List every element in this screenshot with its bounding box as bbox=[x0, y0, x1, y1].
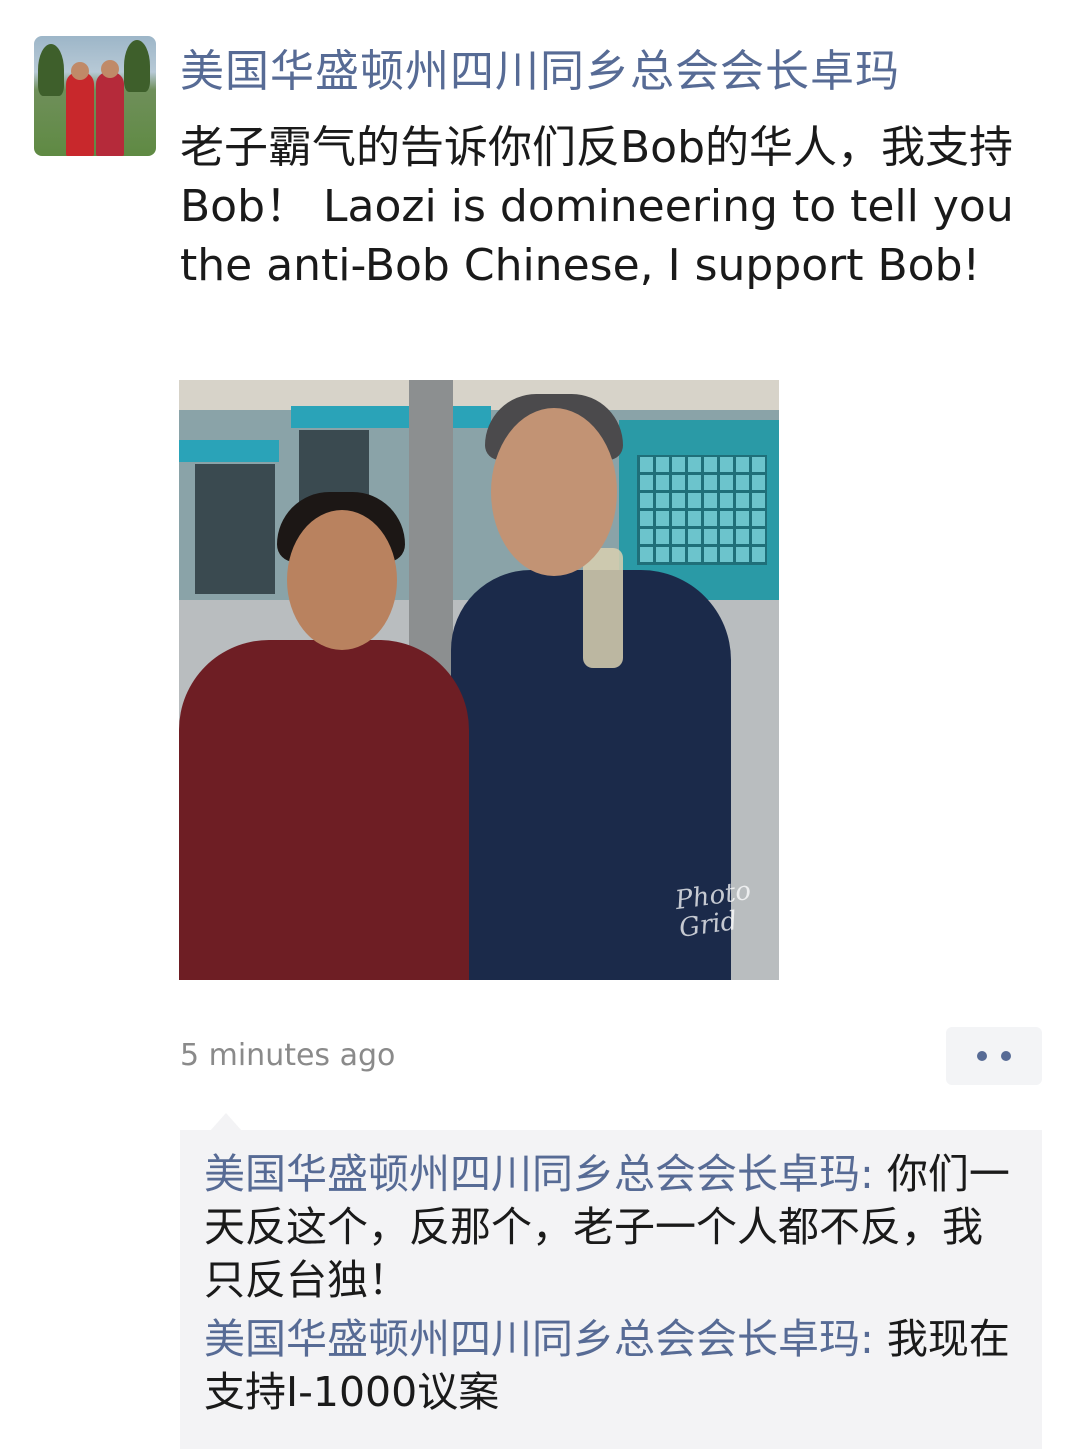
more-actions-button[interactable] bbox=[946, 1027, 1042, 1085]
post-timestamp: 5 minutes ago bbox=[180, 1038, 396, 1073]
comment-author[interactable]: 美国华盛顿州四川同乡总会会长卓玛 bbox=[204, 1315, 860, 1363]
post-text: 老子霸气的告诉你们反Bob的华人，我支持Bob！ Laozi is domine… bbox=[180, 122, 1014, 291]
photo-awning bbox=[291, 406, 491, 428]
comment-item[interactable]: 美国华盛顿州四川同乡总会会长卓玛: 我现在支持I-1000议案 bbox=[204, 1313, 1018, 1419]
photo-woman-dress bbox=[179, 640, 469, 980]
comment-separator: : bbox=[860, 1150, 887, 1198]
photo-awning bbox=[179, 440, 279, 462]
photo-man-face bbox=[491, 408, 617, 576]
comment-item[interactable]: 美国华盛顿州四川同乡总会会长卓玛: 你们一天反这个，反那个，老子一个人都不反，我… bbox=[204, 1148, 1018, 1307]
comment-author[interactable]: 美国华盛顿州四川同乡总会会长卓玛 bbox=[204, 1150, 860, 1198]
photo-shop-grille bbox=[637, 455, 767, 565]
post-photo[interactable]: Photo Grid bbox=[179, 380, 779, 980]
author-avatar[interactable] bbox=[34, 36, 156, 156]
photo-flower-lei bbox=[583, 548, 623, 668]
photo-shop-window bbox=[195, 464, 275, 594]
more-dots-icon bbox=[977, 1051, 987, 1061]
avatar-person-head bbox=[71, 62, 89, 80]
avatar-tree bbox=[124, 40, 150, 92]
moments-post: 美国华盛顿州四川同乡总会会长卓玛 老子霸气的告诉你们反Bob的华人，我支持Bob… bbox=[0, 0, 1079, 1449]
avatar-tree bbox=[38, 44, 64, 96]
more-dots-icon bbox=[1001, 1051, 1011, 1061]
avatar-person-head bbox=[101, 60, 119, 78]
comments-caret bbox=[210, 1113, 242, 1131]
comments-section: 美国华盛顿州四川同乡总会会长卓玛: 你们一天反这个，反那个，老子一个人都不反，我… bbox=[180, 1130, 1042, 1449]
avatar-person bbox=[66, 72, 94, 156]
photo-woman-face bbox=[287, 510, 397, 650]
comment-separator: : bbox=[860, 1315, 887, 1363]
avatar-person bbox=[96, 72, 124, 156]
author-name[interactable]: 美国华盛顿州四川同乡总会会长卓玛 bbox=[180, 42, 900, 102]
